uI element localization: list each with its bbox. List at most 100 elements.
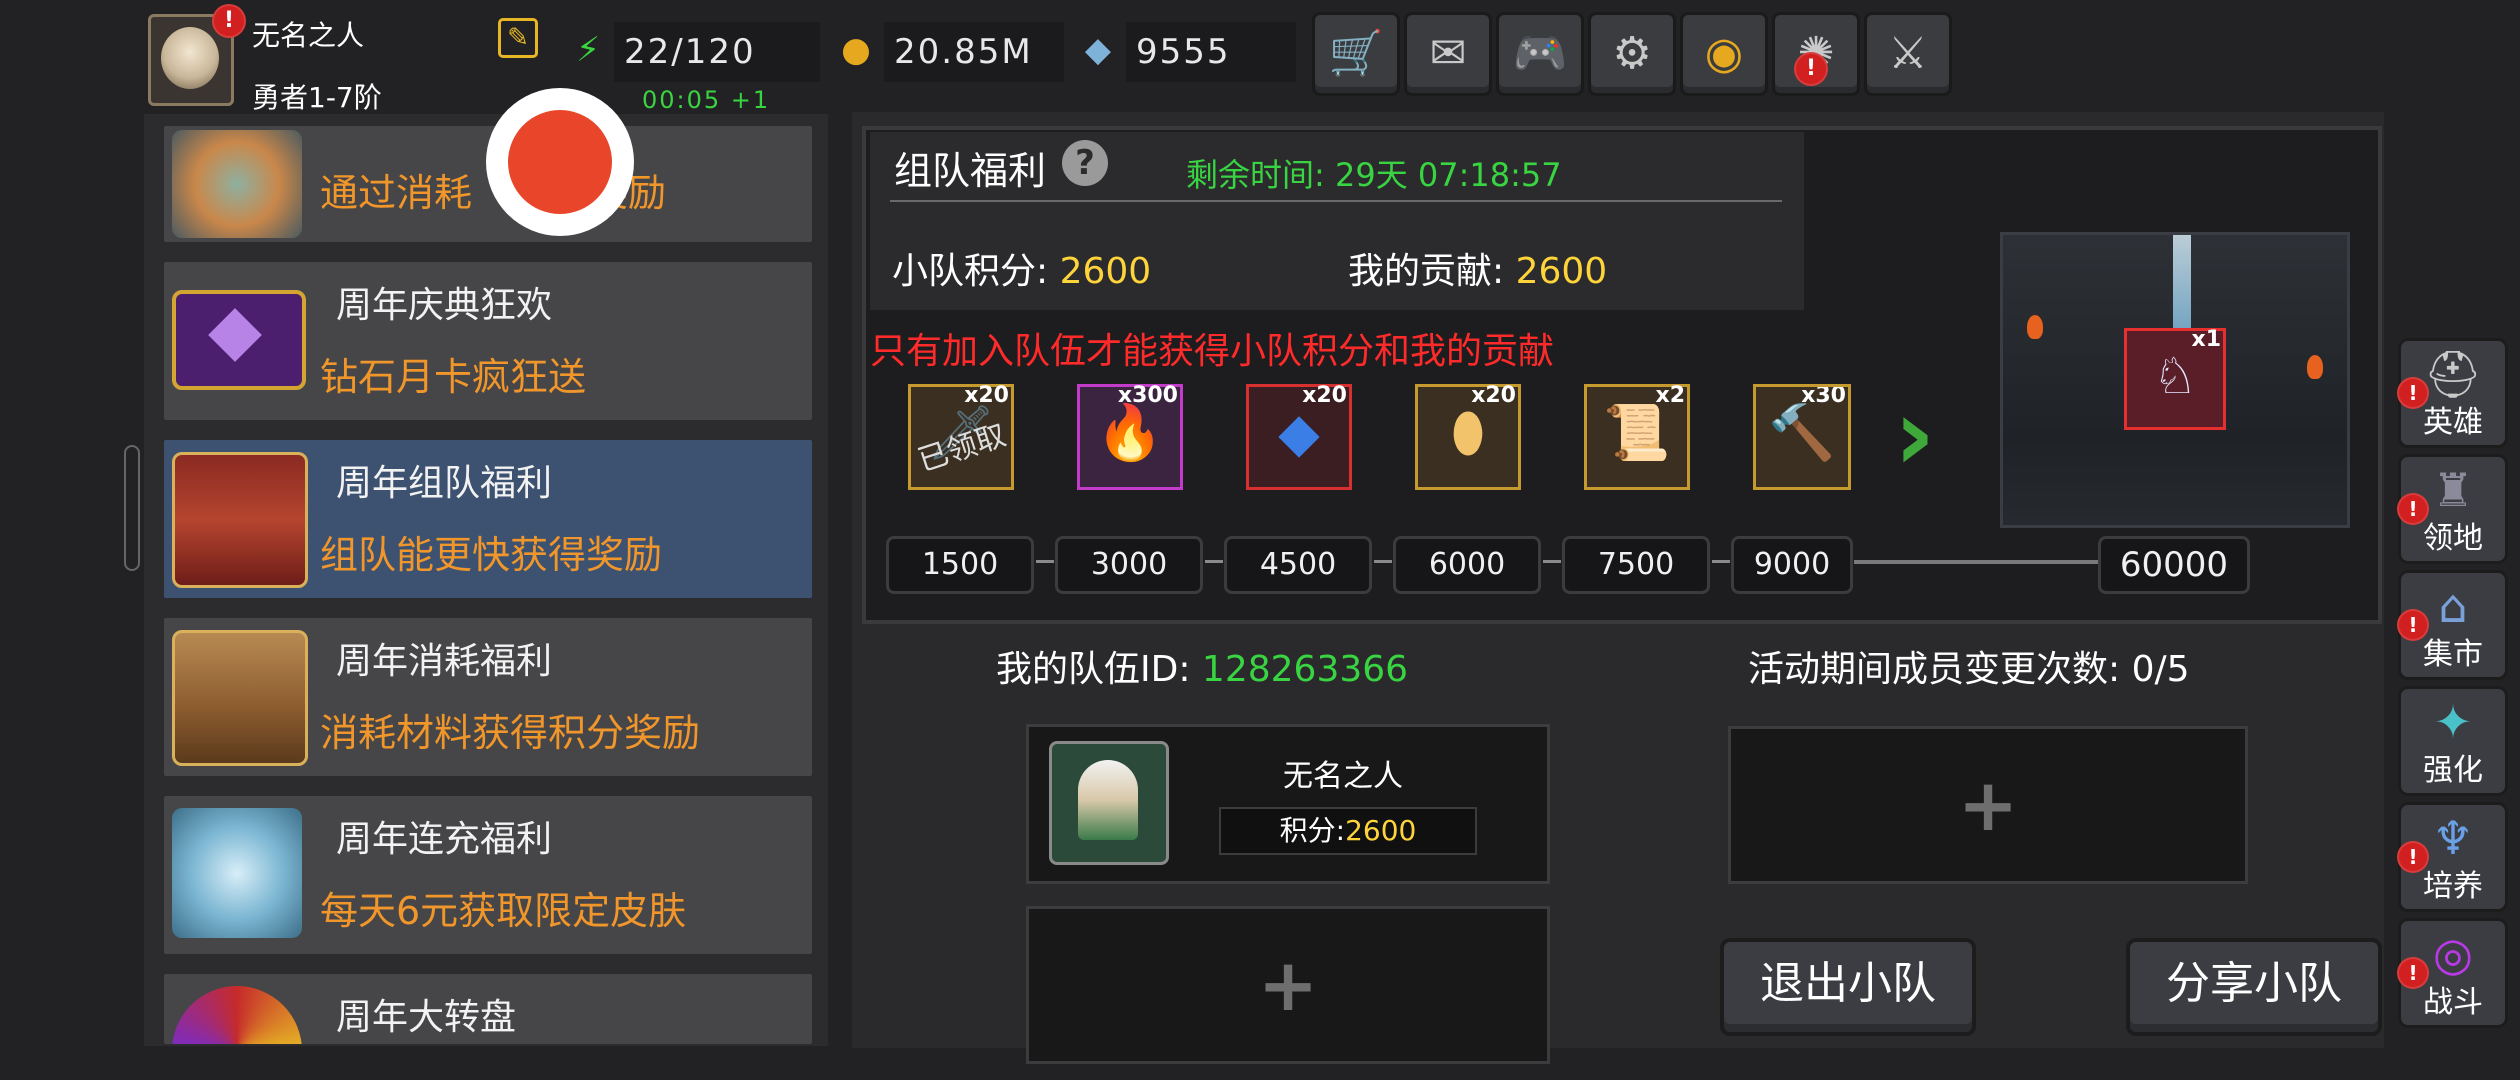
help-icon[interactable]: ? <box>1062 140 1108 186</box>
add-member-icon: + <box>1957 763 2019 847</box>
side-nav-label: 强化 <box>2423 753 2483 788</box>
reward-item-1[interactable]: x20 🗡 已领取 <box>908 383 1014 490</box>
side-nav-hero[interactable]: ⛑ ! 英雄 <box>2397 338 2508 448</box>
milestone-3: 4500 <box>1224 536 1372 594</box>
milestone-2: 3000 <box>1055 536 1203 594</box>
fire-gem-icon: 🔥 <box>1096 401 1164 464</box>
shop-cart-button[interactable]: 🛒 <box>1312 12 1400 96</box>
event-item-recharge-benefit[interactable]: 周年连充福利 每天6元获取限定皮肤 <box>164 796 812 954</box>
scroll-icon: 📜 <box>1603 401 1671 464</box>
empty-member-slot[interactable]: + <box>1026 906 1550 1064</box>
reward-item-3[interactable]: x20 ◆ <box>1246 383 1352 490</box>
gamepad-icon: 🎮 <box>1512 28 1568 79</box>
ice-crystal-icon <box>172 808 302 938</box>
header-divider <box>890 200 1782 202</box>
stamina-timer: 00:05 +1 <box>642 86 771 114</box>
add-member-icon: + <box>1257 943 1319 1027</box>
event-title: 周年连充福利 <box>336 819 553 860</box>
remaining-label: 剩余时间: <box>1186 156 1325 194</box>
team-id-value: 128263366 <box>1201 649 1409 690</box>
edit-name-icon[interactable]: ✎ <box>498 18 538 58</box>
member-name: 无名之人 <box>1283 759 1403 794</box>
milestone-grand: 60000 <box>2098 536 2250 594</box>
change-label: 活动期间成员变更次数: <box>1748 649 2121 690</box>
side-nav-battle[interactable]: ◎ ! 战斗 <box>2397 918 2508 1028</box>
milestone-connector <box>1543 560 1561 563</box>
side-nav-cultivate[interactable]: ♆ ! 培养 <box>2397 802 2508 912</box>
torch-left-icon <box>2027 315 2043 339</box>
treasure-chest-red-icon <box>172 452 308 588</box>
reward-item-5[interactable]: x2 📜 <box>1584 383 1690 490</box>
side-nav-label: 英雄 <box>2423 405 2483 440</box>
leave-team-button[interactable]: 退出小队 <box>1720 938 1976 1036</box>
team-id: 我的队伍ID: 128263366 <box>996 640 1408 692</box>
my-contrib-value: 2600 <box>1515 251 1608 292</box>
settings-button[interactable]: ⚙ <box>1588 12 1676 96</box>
remaining-time: 剩余时间: 29天 07:18:57 <box>1186 150 1562 196</box>
color-wheel-icon: ◉ <box>1704 28 1744 79</box>
side-nav-market[interactable]: ⌂ ! 集市 <box>2397 570 2508 680</box>
milestone-connector <box>1205 560 1223 563</box>
reward-item-4[interactable]: x20 ⬮ <box>1415 383 1521 490</box>
mail-icon: ✉ <box>1429 28 1467 79</box>
next-rewards-arrow-icon[interactable]: › <box>1894 376 1935 493</box>
event-item-big-wheel[interactable]: 周年大转盘 <box>164 974 812 1044</box>
avatar-alert-icon: ! <box>212 4 246 38</box>
milestone-connector <box>1374 560 1392 563</box>
event-subtitle: 每天6元获取限定皮肤 <box>320 889 687 933</box>
change-value: 0/5 <box>2131 649 2190 690</box>
event-item-anniversary-carnival[interactable]: 周年庆典狂欢 钻石月卡疯狂送 <box>164 262 812 420</box>
floating-tomato-button[interactable] <box>486 88 634 236</box>
reward-item-2[interactable]: x300 🔥 <box>1077 383 1183 490</box>
mail-button[interactable]: ✉ <box>1404 12 1492 96</box>
stamina-value: 22/120 <box>614 22 820 82</box>
diamond-icon: ◆ <box>1084 30 1112 70</box>
my-contrib-label: 我的贡献: <box>1348 251 1505 292</box>
gold-coin-icon: ● <box>841 30 871 70</box>
player-name: 无名之人 <box>252 19 365 52</box>
member-score-value: 2600 <box>1345 814 1417 847</box>
event-subtitle: 组队能更快获得奖励 <box>320 533 663 577</box>
grand-reward-item[interactable]: x1 ♘ <box>2124 327 2226 430</box>
event-list-scrollbar[interactable] <box>124 445 140 571</box>
color-wheel-button[interactable]: ◉ <box>1680 12 1768 96</box>
gem-pile-icon <box>172 130 302 238</box>
milestone-connector <box>1036 560 1054 563</box>
player-rank: 勇者1-7阶 <box>252 81 382 114</box>
empty-member-slot[interactable]: + <box>1728 726 2248 884</box>
milestone-4: 6000 <box>1393 536 1541 594</box>
elf-portrait-icon <box>1078 760 1138 840</box>
reward-item-6[interactable]: x30 🔨 <box>1753 384 1851 490</box>
tomato-icon <box>508 110 612 214</box>
side-nav-label: 集市 <box>2423 637 2483 672</box>
side-nav-territory[interactable]: ♜ ! 领地 <box>2397 454 2508 564</box>
crossed-swords-icon: ⚔ <box>1888 28 1928 79</box>
member-change-count: 活动期间成员变更次数: 0/5 <box>1748 640 2190 692</box>
diamond-card-icon <box>172 290 306 390</box>
event-title: 周年消耗福利 <box>336 641 553 682</box>
gamepad-button[interactable]: 🎮 <box>1496 12 1584 96</box>
blue-crystal-icon: ◆ <box>1278 401 1320 464</box>
side-nav-enhance[interactable]: ✦ 强化 <box>2398 686 2508 796</box>
milestone-connector <box>1712 560 1730 563</box>
member-score-label: 积分: <box>1279 814 1346 847</box>
torch-right-icon <box>2307 355 2323 379</box>
milestone-progress-line <box>1854 560 2100 564</box>
crossed-swords-button[interactable]: ⚔ <box>1864 12 1952 96</box>
event-subtitle: 消耗材料获得积分奖励 <box>320 711 701 755</box>
side-nav-label: 培养 <box>2423 869 2483 904</box>
share-team-button[interactable]: 分享小队 <box>2126 938 2382 1036</box>
event-item-team-benefit[interactable]: 周年组队福利 组队能更快获得奖励 <box>164 440 812 598</box>
remaining-value: 29天 07:18:57 <box>1334 156 1562 194</box>
stamina-icon: ⚡ <box>576 30 600 70</box>
milestone-6: 9000 <box>1731 536 1853 594</box>
team-member-card[interactable]: 无名之人 积分:2600 <box>1026 724 1550 884</box>
team-score-value: 2600 <box>1059 251 1152 292</box>
event-subtitle: 钻石月卡疯狂送 <box>320 355 587 399</box>
event-item-consume-benefit[interactable]: 周年消耗福利 消耗材料获得积分奖励 <box>164 618 812 776</box>
firework-alert-icon: ! <box>1794 52 1828 86</box>
prize-wheel-icon <box>172 986 302 1044</box>
milestone-1: 1500 <box>886 536 1034 594</box>
skin-card-icon: ♘ <box>2152 347 2198 405</box>
side-nav-label: 战斗 <box>2423 985 2483 1020</box>
